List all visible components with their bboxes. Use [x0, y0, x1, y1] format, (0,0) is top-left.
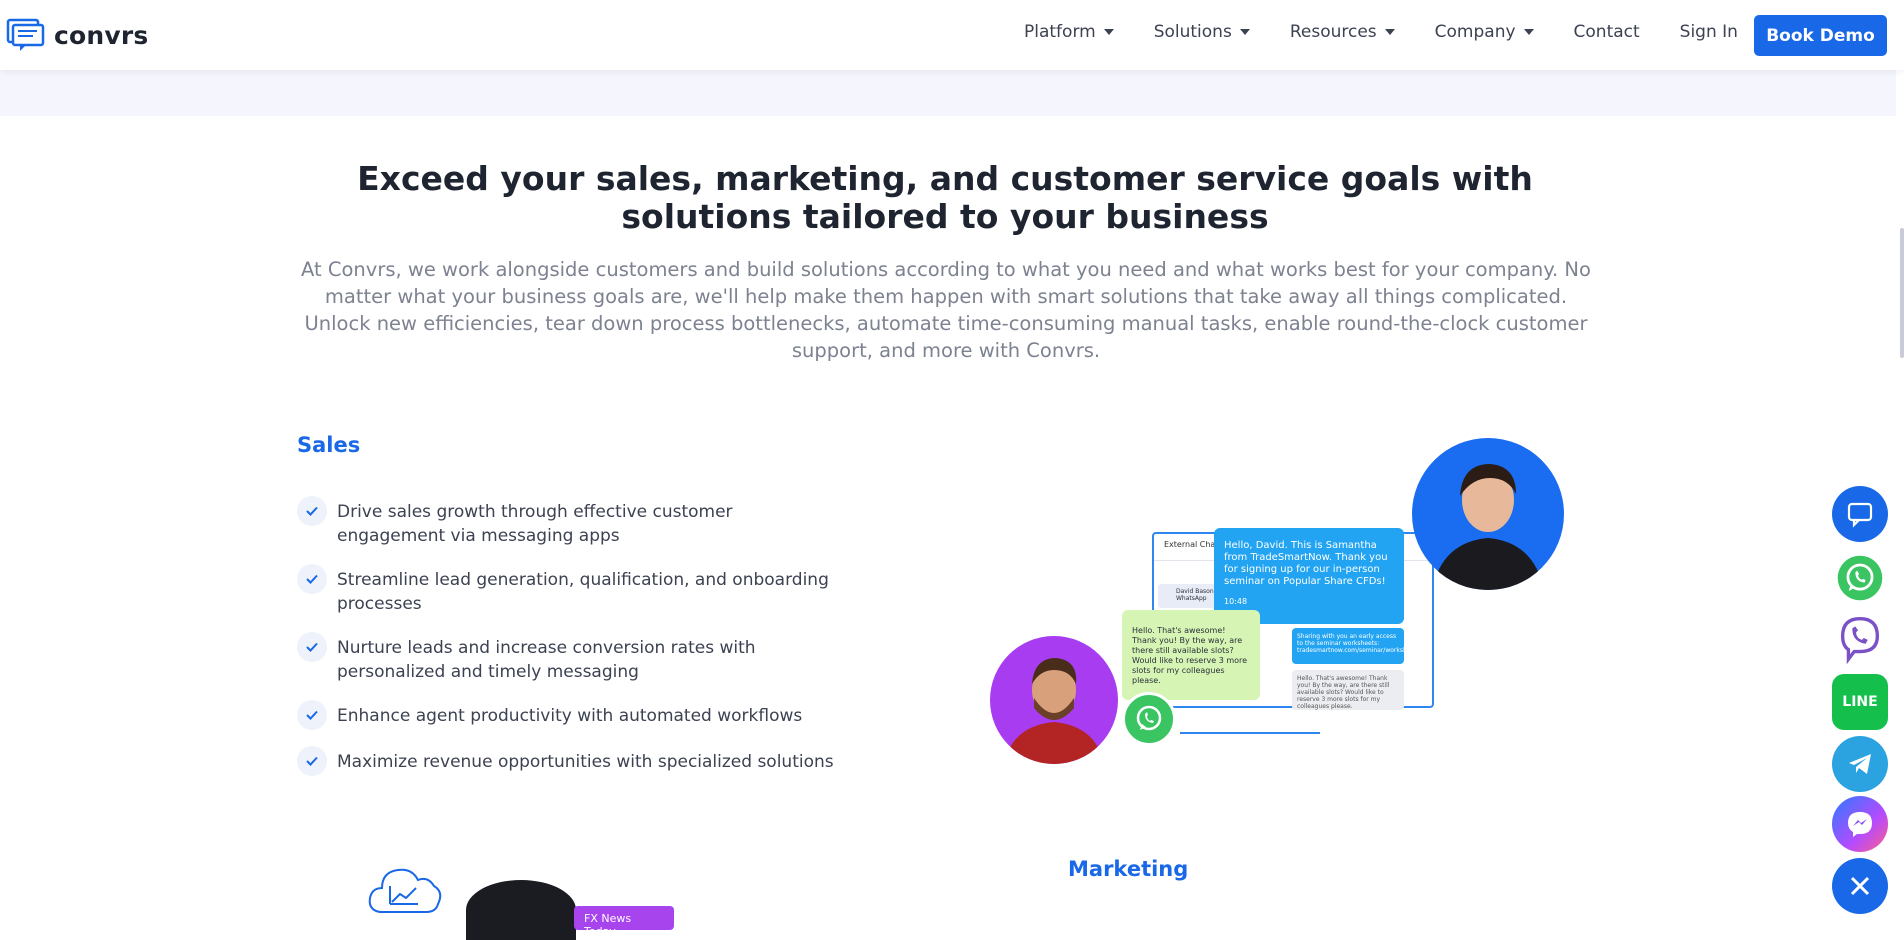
line-button[interactable]: LINE	[1832, 674, 1888, 730]
feature-text: Maximize revenue opportunities with spec…	[337, 752, 834, 772]
messenger-icon	[1848, 812, 1872, 837]
sales-section-title: Sales	[297, 433, 361, 457]
check-icon	[297, 632, 327, 662]
feature-text: Drive sales growth through effective cus…	[337, 502, 733, 546]
chat-window-title: External Chat	[1164, 540, 1219, 549]
nav-sign-in[interactable]: Sign In	[1680, 22, 1738, 42]
feature-text: Nurture leads and increase conversion ra…	[337, 638, 756, 682]
whatsapp-icon	[1837, 555, 1883, 601]
nav-platform[interactable]: Platform	[1024, 22, 1114, 42]
man-portrait-icon	[1004, 658, 1104, 764]
agent-avatar	[1412, 438, 1564, 590]
side-agent-bubble: Sharing with you an early access to the …	[1292, 628, 1420, 664]
live-chat-button[interactable]	[1832, 486, 1888, 542]
check-icon	[297, 564, 327, 594]
viber-button[interactable]	[1832, 610, 1888, 666]
nav-platform-label: Platform	[1024, 22, 1096, 42]
sales-feature-list: Drive sales growth through effective cus…	[297, 496, 837, 796]
messenger-button[interactable]	[1832, 796, 1888, 852]
list-item: Drive sales growth through effective cus…	[297, 496, 837, 548]
sales-illustration: External Chat David Bason WhatsApp Shari…	[990, 438, 1564, 768]
woman-portrait-icon	[1432, 464, 1544, 590]
feature-text: Streamline lead generation, qualificatio…	[337, 570, 829, 614]
whatsapp-button[interactable]	[1832, 550, 1888, 606]
check-icon	[297, 700, 327, 730]
page-scrollbar[interactable]	[1896, 0, 1904, 929]
brand-name: convrs	[54, 20, 149, 50]
list-item: Streamline lead generation, qualificatio…	[297, 564, 837, 616]
chevron-down-icon	[1103, 29, 1114, 35]
telegram-icon	[1849, 754, 1871, 774]
chevron-down-icon	[1239, 29, 1250, 35]
customer-avatar	[990, 636, 1118, 764]
close-icon	[1850, 876, 1870, 896]
line-icon: LINE	[1842, 694, 1878, 710]
list-item: Enhance agent productivity with automate…	[297, 700, 837, 730]
close-channels-button[interactable]	[1832, 858, 1888, 914]
whatsapp-badge	[1122, 692, 1176, 746]
agent-message-text: Hello, David. This is Samantha from Trad…	[1224, 540, 1388, 587]
book-demo-button[interactable]: Book Demo	[1754, 15, 1887, 56]
nav-company[interactable]: Company	[1435, 22, 1534, 42]
top-navigation-bar: convrs Platform Solutions Resources Comp…	[0, 0, 1904, 70]
nav-resources[interactable]: Resources	[1290, 22, 1395, 42]
side-customer-bubble: Hello. That's awesome! Thank you! By the…	[1292, 670, 1404, 710]
chat-bubble-icon	[1847, 502, 1873, 528]
feature-text: Enhance agent productivity with automate…	[337, 706, 803, 726]
convrs-logo-icon	[6, 18, 45, 51]
main-nav: Platform Solutions Resources Company Con…	[1024, 22, 1778, 42]
check-icon	[297, 496, 327, 526]
brand-logo[interactable]: convrs	[6, 18, 149, 52]
check-icon	[297, 746, 327, 776]
chevron-down-icon	[1523, 29, 1534, 35]
scrollbar-thumb[interactable]	[1900, 228, 1904, 358]
customer-message-text: Hello. That's awesome! Thank you! By the…	[1132, 626, 1248, 685]
whatsapp-icon	[1136, 705, 1162, 731]
nav-solutions-label: Solutions	[1153, 22, 1232, 42]
chevron-down-icon	[1384, 29, 1395, 35]
contact-name: David Bason	[1176, 588, 1214, 595]
cloud-chart-icon	[368, 868, 442, 913]
telegram-button[interactable]	[1832, 736, 1888, 792]
header-band	[0, 70, 1904, 116]
side-agent-text: Sharing with you an early access to the …	[1297, 633, 1420, 654]
customer-message-bubble: Hello. That's awesome! Thank you! By the…	[1122, 610, 1260, 700]
nav-company-label: Company	[1434, 22, 1516, 42]
marketing-illustration: FX News Today	[366, 860, 686, 940]
nav-contact[interactable]: Contact	[1574, 22, 1640, 42]
list-item: Maximize revenue opportunities with spec…	[297, 746, 837, 776]
viber-icon	[1840, 617, 1880, 665]
flow-arrow	[1180, 732, 1320, 734]
side-customer-text: Hello. That's awesome! Thank you! By the…	[1297, 675, 1390, 710]
nav-resources-label: Resources	[1289, 22, 1377, 42]
marketing-section-title: Marketing	[1068, 857, 1189, 881]
news-badge: FX News Today	[574, 906, 674, 938]
agent-message-time: 10:48	[1224, 597, 1248, 606]
list-item: Nurture leads and increase conversion ra…	[297, 632, 837, 684]
person-portrait	[466, 880, 576, 940]
contact-channel: WhatsApp	[1176, 595, 1207, 602]
nav-solutions[interactable]: Solutions	[1154, 22, 1250, 42]
intro-paragraph: At Convrs, we work alongside customers a…	[301, 258, 1591, 362]
page-headline: Exceed your sales, marketing, and custom…	[357, 159, 1533, 236]
